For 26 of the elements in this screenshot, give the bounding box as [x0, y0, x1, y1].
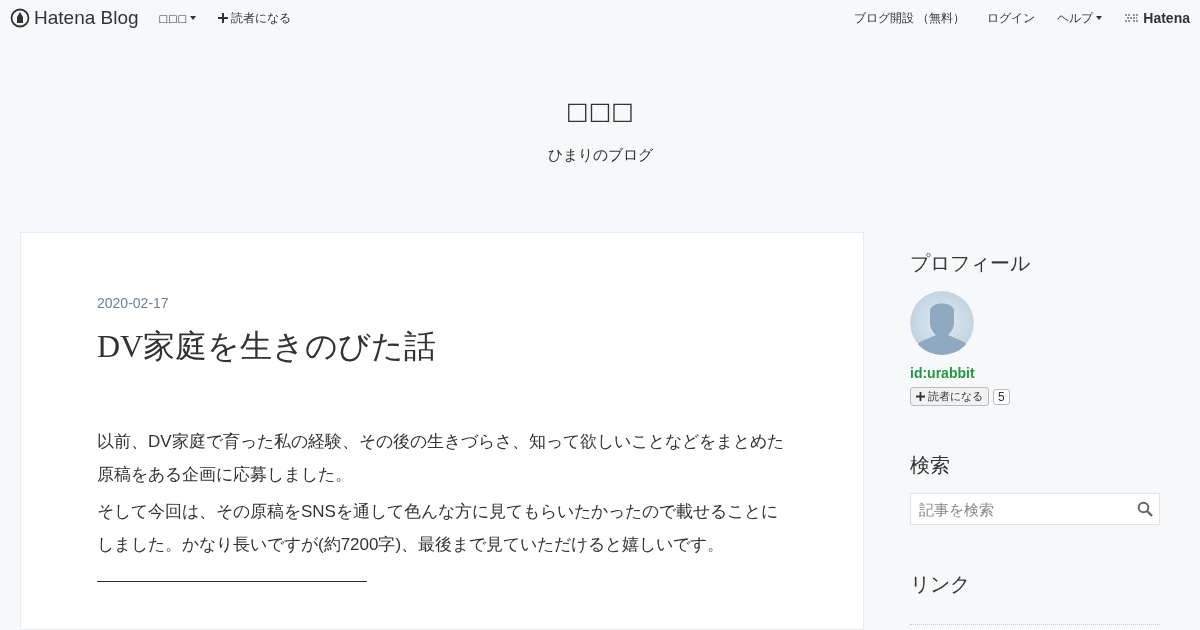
search-field[interactable]: 記事を検索 [910, 493, 1160, 525]
menu-link[interactable]: □□□ [158, 12, 196, 24]
plus-icon [916, 392, 925, 401]
caret-icon [189, 16, 196, 20]
logo-text[interactable]: Hatena Blog [34, 7, 139, 29]
blog-title[interactable]: □□□ [566, 96, 634, 126]
paragraph: 以前、DV家庭で育った私の経験、その後の生きづらさ、知って欲しいことなどをまとめた原稿をある企画に応募しました。 [97, 431, 785, 486]
subscriber-count: 5 [993, 388, 1010, 405]
section-heading: プロフィール [910, 251, 1031, 276]
caret-icon [1096, 16, 1103, 20]
pen-nib-icon [10, 8, 30, 28]
blog-subtitle: ひまりのブログ [547, 146, 653, 165]
header-link[interactable]: ブログ開設 （無料） [853, 9, 966, 27]
section-heading: 検索 [910, 453, 951, 478]
header-link[interactable]: ログイン [987, 9, 1036, 27]
paragraph: そして今回は、その原稿をSNSを通して色んな方に見てもらいたかったので載せることにしました。かなり長いですが(約7200字)、最後まで見ていただけると嬉しいです。 [97, 501, 779, 556]
section-heading: リンク [910, 572, 971, 597]
subscribe-link[interactable]: 読者になる [217, 9, 291, 27]
search-input[interactable]: 記事を検索 [917, 499, 1121, 519]
post-title[interactable]: DV家庭を生きのびた話 [97, 325, 787, 369]
search-icon[interactable] [1137, 501, 1153, 517]
subscribe-button[interactable]: 読者になる [910, 387, 989, 406]
brand-name[interactable]: Hatena [1143, 10, 1190, 26]
post-date[interactable]: 2020-02-17 [97, 295, 787, 311]
header-link[interactable]: ヘルプ [1057, 9, 1103, 27]
plus-icon [217, 13, 228, 23]
